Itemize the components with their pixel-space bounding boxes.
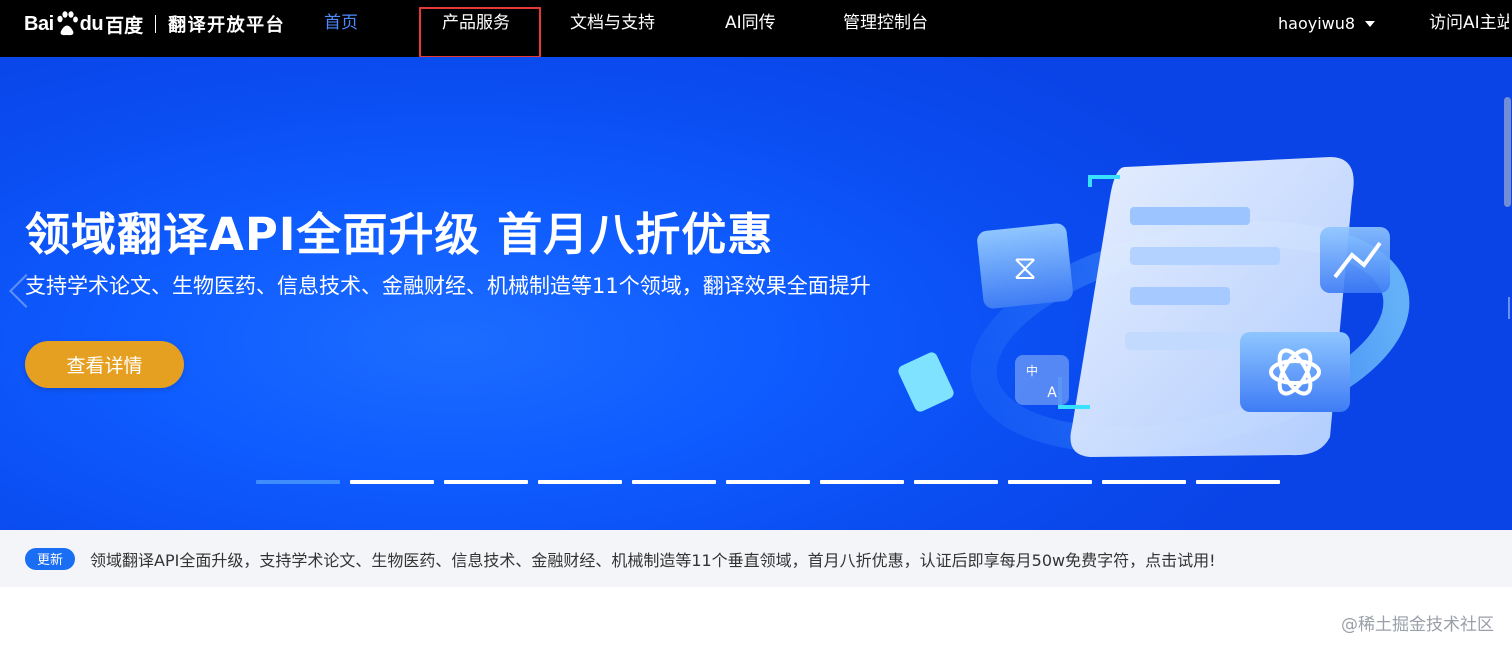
paw-icon	[55, 11, 79, 37]
nav-products[interactable]: 产品服务	[442, 0, 510, 48]
hero-subtitle: 支持学术论文、生物医药、信息技术、金融财经、机械制造等11个领域，翻译效果全面提…	[25, 274, 871, 298]
carousel-dot[interactable]	[1102, 480, 1186, 484]
svg-text:中: 中	[1026, 363, 1038, 378]
visit-ai-link[interactable]: 访问AI主站	[1429, 0, 1509, 48]
announcement-bar[interactable]: 更新 领域翻译API全面升级，支持学术论文、生物医药、信息技术、金融财经、机械制…	[0, 530, 1512, 587]
carousel-dot[interactable]	[726, 480, 810, 484]
top-navbar: Bai du 百度 翻译开放平台 首页 产品服务 文档与支持 AI同传 管理控制…	[0, 0, 1512, 57]
nav-ai-interpretation[interactable]: AI同传	[725, 0, 776, 48]
carousel-dot[interactable]	[538, 480, 622, 484]
nav-console[interactable]: 管理控制台	[843, 0, 928, 48]
nav-home[interactable]: 首页	[324, 0, 358, 48]
carousel-dot[interactable]	[1008, 480, 1092, 484]
hero-title: 领域翻译API全面升级 首月八折优惠	[25, 208, 774, 261]
carousel-dot[interactable]	[914, 480, 998, 484]
user-menu[interactable]: haoyiwu8	[1278, 0, 1376, 48]
hero-banner[interactable]: 领域翻译API全面升级 首月八折优惠 支持学术论文、生物医药、信息技术、金融财经…	[0, 57, 1512, 530]
logo-text-baidu: 百度	[105, 14, 144, 37]
svg-text:⧖: ⧖	[1013, 248, 1037, 288]
username: haoyiwu8	[1278, 14, 1356, 33]
chevron-down-icon	[1365, 21, 1376, 27]
scrollbar-thumb[interactable]	[1504, 97, 1511, 207]
carousel-dot[interactable]	[820, 480, 904, 484]
translation-illustration: ⧖ 中 A	[898, 157, 1410, 457]
svg-text:A: A	[1047, 385, 1057, 401]
baidu-logo[interactable]: Bai du 百度 翻译开放平台	[24, 6, 285, 42]
carousel-indicators	[256, 480, 1280, 484]
carousel-dot[interactable]	[1196, 480, 1280, 484]
scrollbar[interactable]	[1502, 57, 1512, 530]
watermark: @稀土掘金技术社区	[1341, 615, 1494, 635]
update-badge: 更新	[25, 547, 75, 570]
carousel-dot[interactable]	[632, 480, 716, 484]
logo-text-du: du	[79, 12, 104, 35]
platform-name: 翻译开放平台	[168, 15, 286, 36]
nav-docs-support[interactable]: 文档与支持	[570, 0, 655, 48]
carousel-dot[interactable]	[256, 480, 340, 484]
carousel-dot[interactable]	[444, 480, 528, 484]
carousel-dot[interactable]	[350, 480, 434, 484]
view-details-button[interactable]: 查看详情	[25, 341, 184, 388]
logo-text-bai: Bai	[24, 12, 54, 35]
logo-divider	[155, 15, 157, 33]
announcement-text[interactable]: 领域翻译API全面升级，支持学术论文、生物医药、信息技术、金融财经、机械制造等1…	[90, 547, 1216, 571]
